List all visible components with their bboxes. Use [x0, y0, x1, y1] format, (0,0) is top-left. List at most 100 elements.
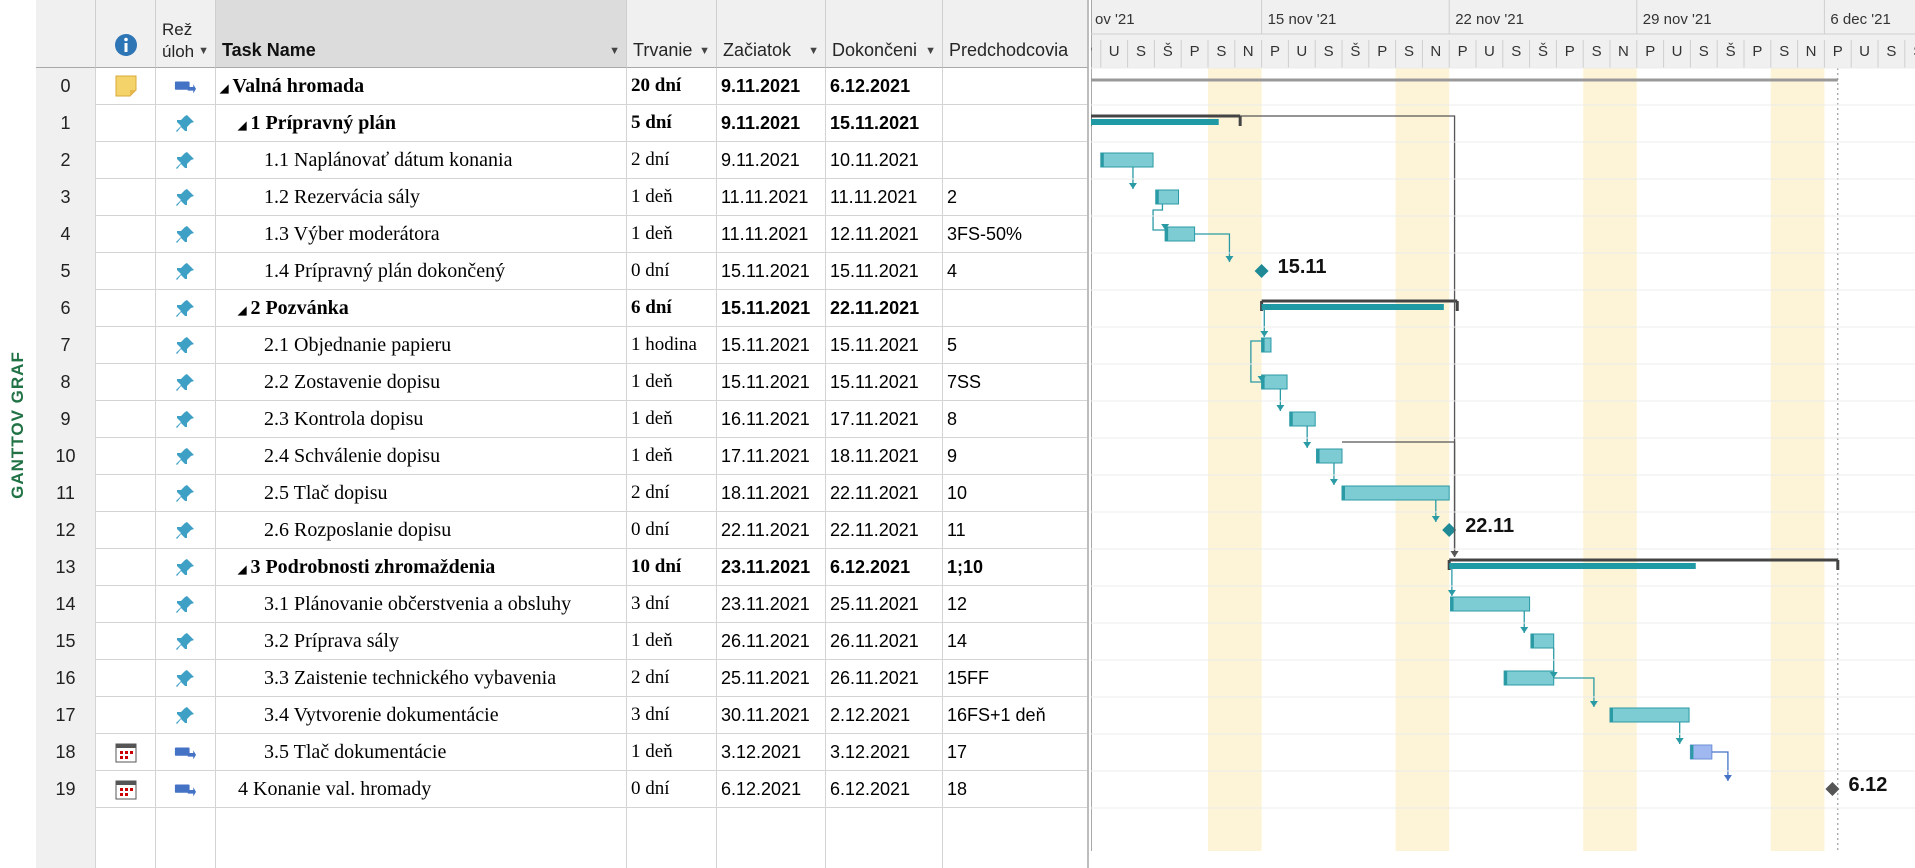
finish-cell[interactable]: 15.11.2021	[826, 105, 943, 142]
task-name-cell[interactable]: 1.1 Naplánovať dátum konania	[216, 142, 627, 179]
predecessors-cell[interactable]: 5	[943, 327, 1089, 364]
manual-pin-icon[interactable]	[156, 253, 216, 290]
start-cell[interactable]: 17.11.2021	[717, 438, 826, 475]
task-bar[interactable]	[1261, 374, 1288, 390]
chevron-down-icon[interactable]: ▼	[198, 45, 209, 57]
start-cell[interactable]: 15.11.2021	[717, 327, 826, 364]
task-name-cell[interactable]: 3.4 Vytvorenie dokumentácie	[216, 697, 627, 734]
task-bar[interactable]	[1316, 448, 1343, 464]
auto-scheduled-icon[interactable]	[156, 734, 216, 771]
predecessors-cell[interactable]: 12	[943, 586, 1089, 623]
row-id[interactable]: 7	[36, 327, 96, 364]
duration-cell[interactable]: 3 dní	[627, 586, 717, 623]
table-row[interactable]: 17 3.4 Vytvorenie dokumentácie 3 dní 30.11.…	[36, 697, 1089, 734]
predecessors-cell[interactable]	[943, 68, 1089, 105]
start-cell[interactable]: 15.11.2021	[717, 253, 826, 290]
row-id[interactable]: 2	[36, 142, 96, 179]
manual-pin-icon[interactable]	[156, 401, 216, 438]
start-cell[interactable]: 15.11.2021	[717, 290, 826, 327]
collapse-icon[interactable]: ◢	[238, 120, 246, 132]
task-name-cell[interactable]: 3.5 Tlač dokumentácie	[216, 734, 627, 771]
header-mode[interactable]: Rež úloh ▼	[156, 0, 216, 68]
start-cell[interactable]: 18.11.2021	[717, 475, 826, 512]
predecessors-cell[interactable]: 7SS	[943, 364, 1089, 401]
start-cell[interactable]: 23.11.2021	[717, 586, 826, 623]
manual-pin-icon[interactable]	[156, 697, 216, 734]
finish-cell[interactable]: 11.11.2021	[826, 179, 943, 216]
manual-pin-icon[interactable]	[156, 586, 216, 623]
table-row[interactable]: 12 2.6 Rozposlanie dopisu 0 dní 22.11.2021 2…	[36, 512, 1089, 549]
task-bar[interactable]	[1164, 226, 1196, 242]
finish-cell[interactable]: 6.12.2021	[826, 549, 943, 586]
task-name-cell[interactable]: 2.5 Tlač dopisu	[216, 475, 627, 512]
duration-cell[interactable]: 20 dní	[627, 68, 717, 105]
duration-cell[interactable]: 2 dní	[627, 475, 717, 512]
collapse-icon[interactable]: ◢	[238, 305, 246, 317]
start-cell[interactable]: 9.11.2021	[717, 142, 826, 179]
chevron-down-icon[interactable]: ▼	[925, 45, 936, 57]
task-name-cell[interactable]: ◢ 1 Prípravný plán	[216, 105, 627, 142]
predecessors-cell[interactable]: 11	[943, 512, 1089, 549]
finish-cell[interactable]: 12.11.2021	[826, 216, 943, 253]
duration-cell[interactable]: 1 deň	[627, 401, 717, 438]
task-bar[interactable]	[1530, 633, 1555, 649]
table-row[interactable]: 5 1.4 Prípravný plán dokončený 0 dní 15.11.…	[36, 253, 1089, 290]
predecessors-cell[interactable]: 2	[943, 179, 1089, 216]
table-row[interactable]: 16 3.3 Zaistenie technického vybavenia 2 d…	[36, 660, 1089, 697]
task-bar[interactable]	[1689, 744, 1713, 760]
finish-cell[interactable]: 15.11.2021	[826, 253, 943, 290]
collapse-icon[interactable]: ◢	[238, 564, 246, 576]
row-id[interactable]: 0	[36, 68, 96, 105]
table-row[interactable]: 9 2.3 Kontrola dopisu 1 deň 16.11.2021 17.11…	[36, 401, 1089, 438]
auto-scheduled-icon[interactable]	[156, 771, 216, 808]
table-row[interactable]: 6 ◢ 2 Pozvánka 6 dní 15.11.2021 22.11.2021	[36, 290, 1089, 327]
task-name-cell[interactable]: 1.2 Rezervácia sály	[216, 179, 627, 216]
row-id[interactable]: 11	[36, 475, 96, 512]
predecessors-cell[interactable]: 4	[943, 253, 1089, 290]
duration-cell[interactable]: 1 deň	[627, 623, 717, 660]
manual-pin-icon[interactable]	[156, 216, 216, 253]
finish-cell[interactable]: 17.11.2021	[826, 401, 943, 438]
task-name-cell[interactable]: 4 Konanie val. hromady	[216, 771, 627, 808]
finish-cell[interactable]: 15.11.2021	[826, 327, 943, 364]
manual-pin-icon[interactable]	[156, 327, 216, 364]
manual-pin-icon[interactable]	[156, 475, 216, 512]
start-cell[interactable]: 25.11.2021	[717, 660, 826, 697]
predecessors-cell[interactable]: 18	[943, 771, 1089, 808]
row-id[interactable]: 4	[36, 216, 96, 253]
duration-cell[interactable]: 2 dní	[627, 660, 717, 697]
table-row[interactable]: 4 1.3 Výber moderátora 1 deň 11.11.2021 12.1…	[36, 216, 1089, 253]
task-name-cell[interactable]: 2.3 Kontrola dopisu	[216, 401, 627, 438]
table-row[interactable]: 10 2.4 Schválenie dopisu 1 deň 17.11.2021 18…	[36, 438, 1089, 475]
header-indicators[interactable]	[96, 0, 156, 68]
task-bar[interactable]	[1609, 707, 1690, 723]
task-bar[interactable]	[1503, 670, 1555, 686]
start-cell[interactable]: 11.11.2021	[717, 179, 826, 216]
finish-cell[interactable]: 10.11.2021	[826, 142, 943, 179]
table-row[interactable]: 14 3.1 Plánovanie občerstvenia a obsluhy 3…	[36, 586, 1089, 623]
task-bar[interactable]	[1341, 485, 1450, 501]
predecessors-cell[interactable]: 8	[943, 401, 1089, 438]
row-id[interactable]: 14	[36, 586, 96, 623]
table-row[interactable]: 13 ◢ 3 Podrobnosti zhromaždenia 10 dní 23.11…	[36, 549, 1089, 586]
predecessors-cell[interactable]: 17	[943, 734, 1089, 771]
start-cell[interactable]: 11.11.2021	[717, 216, 826, 253]
task-name-cell[interactable]: 1.4 Prípravný plán dokončený	[216, 253, 627, 290]
manual-pin-icon[interactable]	[156, 179, 216, 216]
task-name-cell[interactable]: ◢ Valná hromada	[216, 68, 627, 105]
header-task-name[interactable]: Task Name ▼	[216, 0, 627, 68]
header-predecessors[interactable]: Predchodcovia	[943, 0, 1089, 68]
duration-cell[interactable]: 3 dní	[627, 697, 717, 734]
table-row[interactable]: 18 3.5 Tlač dokumentácie 1 deň 3.12.2021 3.1…	[36, 734, 1089, 771]
row-id[interactable]: 19	[36, 771, 96, 808]
start-cell[interactable]: 15.11.2021	[717, 364, 826, 401]
table-row[interactable]: 1 ◢ 1 Prípravný plán 5 dní 9.11.2021 15.11.20…	[36, 105, 1089, 142]
finish-cell[interactable]: 3.12.2021	[826, 734, 943, 771]
row-id[interactable]: 17	[36, 697, 96, 734]
task-bar[interactable]	[1289, 411, 1316, 427]
row-id[interactable]: 6	[36, 290, 96, 327]
header-id[interactable]	[36, 0, 96, 68]
predecessors-cell[interactable]: 14	[943, 623, 1089, 660]
task-name-cell[interactable]: 3.3 Zaistenie technického vybavenia	[216, 660, 627, 697]
task-name-cell[interactable]: 3.1 Plánovanie občerstvenia a obsluhy	[216, 586, 627, 623]
